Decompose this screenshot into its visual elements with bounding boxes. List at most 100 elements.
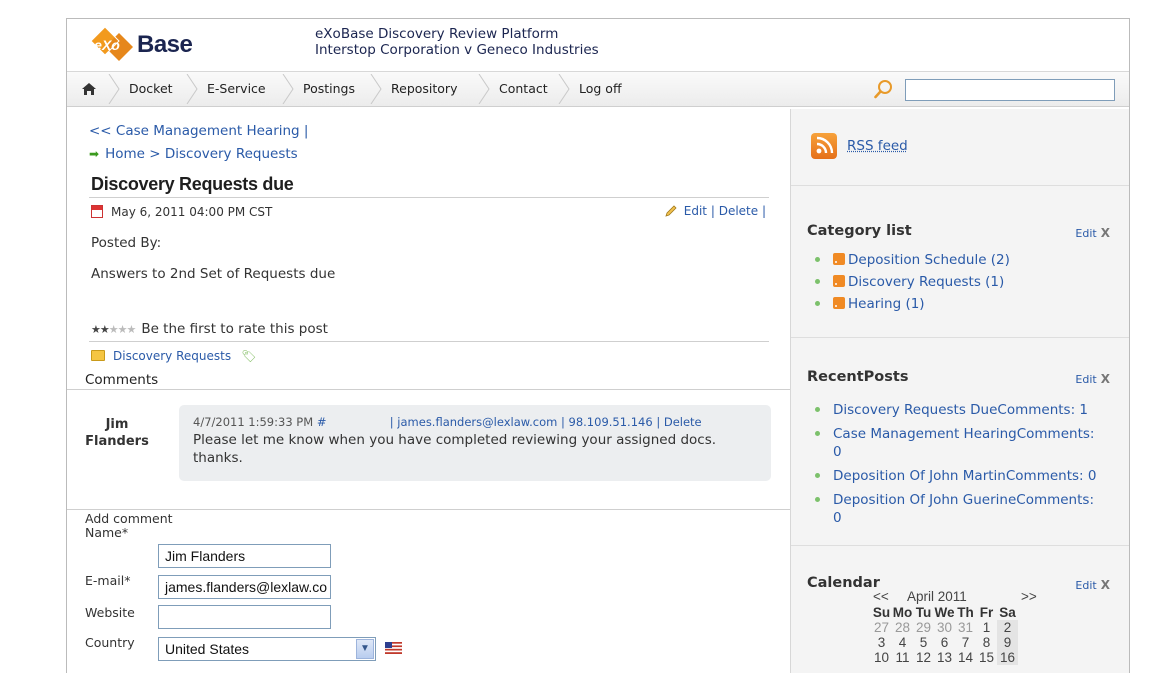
calendar-day[interactable]: 30 bbox=[934, 620, 955, 635]
recent-post-link[interactable]: Case Management Hearing bbox=[833, 426, 1017, 442]
calendar-day[interactable]: 29 bbox=[913, 620, 934, 635]
category-link[interactable]: Deposition Schedule (2) bbox=[848, 252, 1010, 268]
email-field[interactable]: james.flanders@lexlaw.co bbox=[158, 575, 331, 599]
recent-post-item[interactable]: Deposition Of John GuerineComments: 0 bbox=[815, 491, 1105, 527]
calendar-day[interactable]: 8 bbox=[976, 635, 997, 650]
logo-letter: eXo bbox=[94, 37, 120, 53]
delete-comment-link[interactable]: Delete bbox=[664, 415, 702, 429]
comment-bubble: 4/7/2011 1:59:33 PM # | james.flanders@l… bbox=[179, 405, 771, 481]
sidebar-divider bbox=[791, 545, 1129, 546]
chevron-down-icon[interactable]: ▼ bbox=[356, 639, 374, 659]
rss-icon bbox=[833, 275, 845, 287]
recent-post-item[interactable]: Discovery Requests DueComments: 1 bbox=[815, 401, 1105, 419]
post-date: May 6, 2011 04:00 PM CST bbox=[91, 205, 272, 219]
recent-post-item[interactable]: Deposition Of John MartinComments: 0 bbox=[815, 467, 1105, 485]
recent-post-link[interactable]: Discovery Requests Due bbox=[833, 402, 997, 418]
calendar-prev-button[interactable]: << bbox=[873, 589, 889, 604]
calendar-day[interactable]: 1 bbox=[976, 620, 997, 635]
arrow-right-icon: ➡ bbox=[89, 147, 100, 161]
calendar-day[interactable]: 16 bbox=[997, 650, 1018, 665]
nav-separator bbox=[370, 74, 382, 104]
breadcrumb-home[interactable]: Home bbox=[105, 146, 145, 162]
comment-timestamp: 4/7/2011 1:59:33 PM bbox=[193, 415, 314, 429]
country-select[interactable]: United States ▼ bbox=[158, 637, 376, 661]
search-icon[interactable] bbox=[873, 78, 895, 100]
edit-link[interactable]: Edit bbox=[1075, 227, 1096, 240]
calendar-title: Calendar bbox=[807, 575, 880, 591]
delete-post-link[interactable]: Delete bbox=[719, 204, 758, 218]
calendar-day[interactable]: 5 bbox=[913, 635, 934, 650]
category-list-edit[interactable]: Edit X bbox=[1075, 226, 1110, 240]
comment-permalink[interactable]: # bbox=[317, 415, 327, 429]
nav-postings[interactable]: Postings bbox=[303, 72, 355, 106]
weekday-label: Sa bbox=[999, 605, 1016, 620]
rating-stars[interactable]: ★★★★★ bbox=[91, 323, 136, 336]
main-nav: Docket E-Service Postings Repository Con… bbox=[67, 71, 1129, 107]
calendar-day[interactable]: 7 bbox=[955, 635, 976, 650]
category-link[interactable]: Hearing (1) bbox=[848, 296, 925, 312]
comment-email-link[interactable]: james.flanders@lexlaw.com bbox=[397, 415, 557, 429]
calendar-day[interactable]: 13 bbox=[934, 650, 955, 665]
nav-separator bbox=[478, 74, 490, 104]
weekday-label: Tu bbox=[915, 605, 932, 620]
calendar-day[interactable]: 6 bbox=[934, 635, 955, 650]
country-select-value: United States bbox=[165, 641, 250, 657]
calendar-day[interactable]: 27 bbox=[871, 620, 892, 635]
name-field[interactable]: Jim Flanders bbox=[158, 544, 331, 568]
calendar-day[interactable]: 2 bbox=[997, 620, 1018, 635]
calendar-next-button[interactable]: >> bbox=[1021, 589, 1037, 604]
calendar-day[interactable]: 11 bbox=[892, 650, 913, 665]
rss-feed-link[interactable]: RSS feed bbox=[847, 138, 908, 154]
divider bbox=[89, 197, 769, 198]
calendar-day[interactable]: 28 bbox=[892, 620, 913, 635]
search-input[interactable] bbox=[905, 79, 1115, 101]
edit-link[interactable]: Edit bbox=[1075, 373, 1096, 386]
previous-post-link[interactable]: << Case Management Hearing | bbox=[89, 123, 308, 139]
post-category: Discovery Requests 🏷 bbox=[91, 349, 256, 363]
category-item[interactable]: Deposition Schedule (2) bbox=[815, 249, 1010, 271]
home-icon[interactable] bbox=[81, 81, 97, 97]
nav-e-service[interactable]: E-Service bbox=[207, 72, 266, 106]
calendar-day[interactable]: 10 bbox=[871, 650, 892, 665]
weekday-label: Mo bbox=[892, 605, 913, 620]
rss-icon[interactable] bbox=[811, 133, 837, 159]
nav-log-off[interactable]: Log off bbox=[579, 72, 622, 106]
calendar-day[interactable]: 4 bbox=[892, 635, 913, 650]
close-icon[interactable]: X bbox=[1101, 578, 1110, 592]
calendar-day[interactable]: 15 bbox=[976, 650, 997, 665]
category-link[interactable]: Discovery Requests (1) bbox=[848, 274, 1004, 290]
calendar-day[interactable]: 31 bbox=[955, 620, 976, 635]
calendar-icon bbox=[91, 205, 103, 218]
recent-posts-edit[interactable]: Edit X bbox=[1075, 372, 1110, 386]
edit-link[interactable]: Edit bbox=[1075, 579, 1096, 592]
tag-icon: 🏷 bbox=[241, 349, 257, 363]
weekday-label: Th bbox=[957, 605, 974, 620]
posted-by: Posted By: bbox=[91, 235, 162, 251]
recent-posts-title: RecentPosts bbox=[807, 369, 909, 385]
calendar-day[interactable]: 14 bbox=[955, 650, 976, 665]
recent-posts-list: Discovery Requests DueComments: 1 Case M… bbox=[815, 401, 1105, 533]
post-category-link[interactable]: Discovery Requests bbox=[113, 349, 231, 363]
website-field[interactable] bbox=[158, 605, 331, 629]
calendar: << April 2011 >> Su Mo Tu We Th Fr Sa 27 28 29 30… bbox=[871, 589, 1046, 665]
nav-separator bbox=[282, 74, 294, 104]
recent-post-item[interactable]: Case Management HearingComments: 0 bbox=[815, 425, 1105, 461]
recent-post-link[interactable]: Deposition Of John Martin bbox=[833, 468, 1006, 484]
nav-repository[interactable]: Repository bbox=[391, 72, 457, 106]
category-item[interactable]: Discovery Requests (1) bbox=[815, 271, 1010, 293]
nav-docket[interactable]: Docket bbox=[129, 72, 173, 106]
calendar-day[interactable]: 12 bbox=[913, 650, 934, 665]
calendar-day[interactable]: 3 bbox=[871, 635, 892, 650]
edit-post-link[interactable]: Edit bbox=[684, 204, 707, 218]
comment-meta: 4/7/2011 1:59:33 PM # | james.flanders@l… bbox=[193, 415, 702, 429]
calendar-edit[interactable]: Edit X bbox=[1075, 578, 1110, 592]
sidebar: RSS feed Category list Edit X Deposition … bbox=[790, 109, 1129, 673]
close-icon[interactable]: X bbox=[1101, 372, 1110, 386]
category-item[interactable]: Hearing (1) bbox=[815, 293, 1010, 315]
calendar-day[interactable]: 9 bbox=[997, 635, 1018, 650]
logo[interactable]: eXo Base bbox=[89, 23, 209, 67]
close-icon[interactable]: X bbox=[1101, 226, 1110, 240]
nav-contact[interactable]: Contact bbox=[499, 72, 548, 106]
recent-post-link[interactable]: Deposition Of John Guerine bbox=[833, 492, 1016, 508]
breadcrumb-current[interactable]: Discovery Requests bbox=[165, 146, 298, 162]
